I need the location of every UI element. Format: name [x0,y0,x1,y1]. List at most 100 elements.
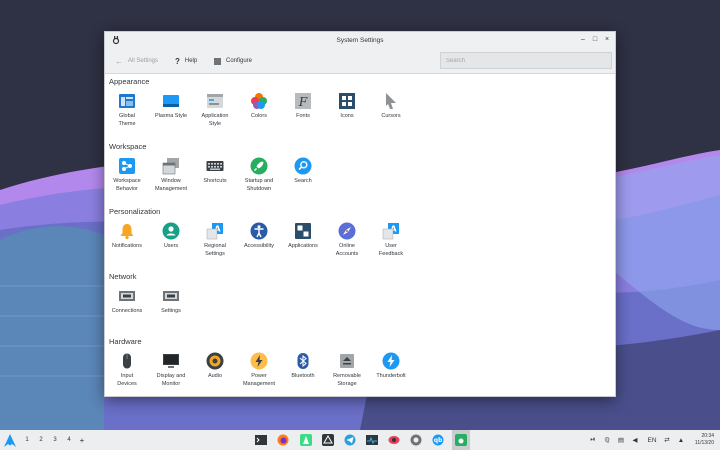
desktop-number: 3 [53,437,57,443]
search-icon [294,157,312,175]
android-studio-launcher[interactable] [298,430,314,450]
all-settings-button[interactable]: ← All Settings [115,49,158,73]
section-title: Workspace [109,142,147,151]
network-icon [163,291,179,301]
system-settings-window: System Settings – □ × ← All Settings ? H… [104,31,616,397]
item-label-line1: Regional [204,243,226,249]
accessibility-icon [250,222,268,240]
item-thunderbolt[interactable]: Thunderbolt [369,352,413,381]
item-plasma-style[interactable]: Plasma Style [149,92,193,121]
keyboard-layout[interactable]: EN [645,430,659,450]
unity-launcher[interactable] [320,430,336,450]
network-tray-icon[interactable]: ⇄ [662,430,672,450]
item-network-settings[interactable]: Settings [149,287,193,316]
firefox-icon [277,434,289,446]
android-studio-icon [300,434,312,446]
window-titlebar[interactable]: System Settings – □ × [105,32,615,49]
terminal-launcher[interactable] [253,430,269,450]
item-label-line1: Connections [111,308,143,314]
clock[interactable]: 20:34 11/13/20 [695,433,714,446]
desktop-1[interactable]: 1 [21,430,33,450]
item-workspace-behavior[interactable]: Workspace Behavior [105,157,149,193]
system-settings-task[interactable] [452,430,470,450]
taskbar: 1 2 3 4 + qb ⏯ ℚ ▤ ◀ EN ⇄ ▲ 20:34 11/13/… [0,430,720,450]
item-connections[interactable]: Connections [105,287,149,316]
item-startup-shutdown[interactable]: Startup and Shutdown [237,157,281,193]
clipboard-tray-icon[interactable]: ▤ [616,430,626,450]
item-shortcuts[interactable]: Shortcuts [193,157,237,186]
user-icon [162,222,180,240]
item-removable-storage[interactable]: Removable Storage [325,352,369,388]
item-label-line1: Power [251,373,267,379]
item-power-management[interactable]: Power Management [237,352,281,388]
keyboard-layout-label: EN [647,436,657,444]
item-label-line1: Shortcuts [203,178,227,184]
firefox-launcher[interactable] [275,430,291,450]
help-label: Help [184,58,198,64]
network-icon [119,291,135,301]
item-application-style[interactable]: Application Style [193,92,237,128]
item-cursors[interactable]: Cursors [369,92,413,121]
item-label-line1: Users [163,243,179,249]
item-regional-settings[interactable]: A Regional Settings [193,222,237,258]
item-bluetooth[interactable]: Bluetooth [281,352,325,381]
svg-text:F: F [298,95,308,109]
media-tray-icon[interactable]: ⏯ [588,430,598,450]
item-colors[interactable]: Colors [237,92,281,121]
desktop-number: 2 [39,437,43,443]
desktop-number: 1 [25,437,29,443]
item-accessibility[interactable]: Accessibility [237,222,281,251]
item-label-line1: Online [339,243,355,249]
help-button[interactable]: ? Help [175,49,197,73]
item-applications[interactable]: Applications [281,222,325,251]
telegram-launcher[interactable] [342,430,358,450]
minimize-button[interactable]: – [577,34,589,46]
add-desktop-label: + [79,435,85,445]
item-label-line1: Applications [288,243,318,249]
item-label-line1: Workspace [113,178,141,184]
svg-text:qb: qb [434,437,443,444]
item-label-line2: Style [208,120,222,127]
item-notifications[interactable]: Notifications [105,222,149,251]
game-launcher[interactable] [408,430,424,450]
item-label-line1: Window [161,178,181,184]
item-display-monitor[interactable]: Display and Monitor [149,352,193,388]
item-user-feedback[interactable]: A User Feedback [369,222,413,258]
item-search[interactable]: Search [281,157,325,186]
application-launcher[interactable] [2,430,18,450]
arch-logo-icon [4,433,16,447]
add-desktop-button[interactable]: + [76,430,88,450]
eye-launcher[interactable] [386,430,402,450]
item-users[interactable]: Users [149,222,193,251]
window-title: System Settings [336,37,384,44]
toolbar: ← All Settings ? Help Configure [105,49,615,74]
global-theme-icon [119,94,135,108]
search-input[interactable] [440,52,612,69]
item-fonts[interactable]: F Fonts [281,92,325,121]
desktop-4[interactable]: 4 [63,430,75,450]
qbittorrent-launcher[interactable]: qb [430,430,446,450]
volume-icon[interactable]: ◀ [630,430,640,450]
desktop-2[interactable]: 2 [35,430,47,450]
system-monitor-launcher[interactable] [364,430,380,450]
close-button[interactable]: × [601,34,613,46]
item-global-theme[interactable]: Global Theme [105,92,149,128]
item-icons[interactable]: Icons [325,92,369,121]
fonts-icon: F [295,93,311,109]
configure-button[interactable]: Configure [214,49,252,73]
item-audio[interactable]: Audio [193,352,237,381]
qbittorrent-tray-icon[interactable]: ℚ [602,430,612,450]
item-label-line1: Audio [207,373,223,379]
system-monitor-icon [366,435,378,445]
mouse-icon [123,353,131,369]
item-online-accounts[interactable]: Online Accounts [325,222,369,258]
item-label-line2: Monitor [161,380,181,387]
maximize-button[interactable]: □ [589,34,601,46]
item-window-management[interactable]: Window Management [149,157,193,193]
item-label-line1: Bluetooth [291,373,315,379]
tray-expand-icon[interactable]: ▲ [676,430,686,450]
item-input-devices[interactable]: Input Devices [105,352,149,388]
plasma-style-icon [163,95,179,107]
desktop-3[interactable]: 3 [49,430,61,450]
speaker-icon [206,352,224,370]
